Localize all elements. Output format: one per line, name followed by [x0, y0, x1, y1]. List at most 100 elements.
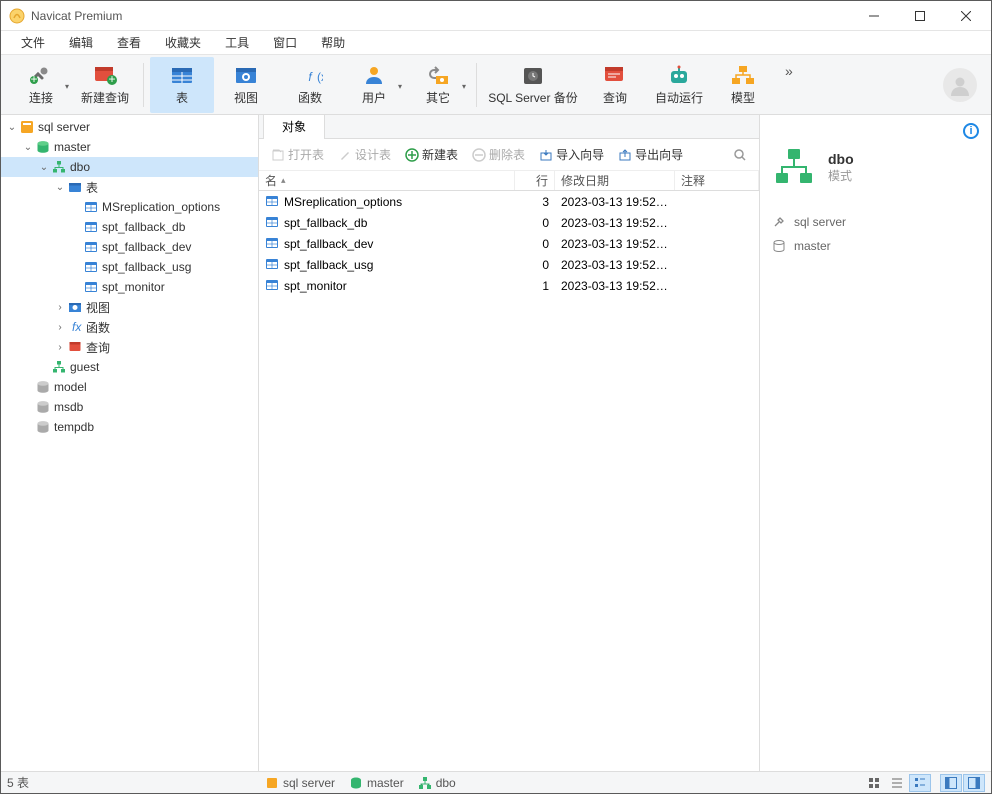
row-date: 2023-03-13 19:52:...	[555, 237, 675, 251]
op-import-wizard[interactable]: 导入向导	[533, 143, 610, 166]
toolbar-overflow[interactable]: »	[781, 61, 797, 81]
other-icon	[425, 63, 451, 87]
tree-arrow-icon[interactable]: ⌄	[21, 142, 35, 153]
tree-item[interactable]: ·tempdb	[1, 417, 258, 437]
tree-item[interactable]: ·guest	[1, 357, 258, 377]
meta-database: master	[772, 239, 979, 253]
toolbar-view[interactable]: 视图	[214, 57, 278, 113]
menu-edit[interactable]: 编辑	[57, 31, 105, 54]
tree-item[interactable]: ⌄sql server	[1, 117, 258, 137]
tree-arrow-icon[interactable]: ⌄	[53, 182, 67, 193]
tree-arrow-icon[interactable]: ⌄	[37, 162, 51, 173]
chevron-down-icon: ▾	[398, 82, 402, 91]
search-icon[interactable]	[727, 145, 753, 165]
toolbar-function[interactable]: f(x)函数	[278, 57, 342, 113]
maximize-button[interactable]	[897, 1, 943, 30]
view-detail-icon[interactable]	[909, 774, 931, 792]
tree-item[interactable]: ·spt_fallback_dev	[1, 237, 258, 257]
panel-right-icon[interactable]	[963, 774, 985, 792]
tree-item-label: MSreplication_options	[102, 200, 220, 214]
table-row[interactable]: spt_fallback_dev02023-03-13 19:52:...	[259, 233, 759, 254]
view-list-icon[interactable]	[886, 774, 908, 792]
chevron-down-icon: ▾	[65, 82, 69, 91]
table-row[interactable]: spt_fallback_usg02023-03-13 19:52:...	[259, 254, 759, 275]
plug-icon	[772, 215, 786, 229]
tree-item[interactable]: ·spt_monitor	[1, 277, 258, 297]
menu-help[interactable]: 帮助	[309, 31, 357, 54]
new-query-icon: +	[92, 63, 118, 87]
schema-icon	[51, 159, 67, 175]
close-button[interactable]	[943, 1, 989, 30]
connection-tree[interactable]: ⌄sql server⌄master⌄dbo⌄表·MSreplication_o…	[1, 115, 259, 771]
tree-arrow-icon[interactable]: ›	[53, 302, 67, 313]
row-name: spt_monitor	[284, 279, 347, 293]
title-bar: Navicat Premium	[1, 1, 991, 31]
toolbar-automation[interactable]: 自动运行	[647, 57, 711, 113]
table-list[interactable]: MSreplication_options32023-03-13 19:52:.…	[259, 191, 759, 771]
schema-type: 模式	[828, 167, 854, 184]
tree-item[interactable]: ·model	[1, 377, 258, 397]
col-name[interactable]: 名	[259, 171, 515, 190]
toolbar-query[interactable]: 查询	[583, 57, 647, 113]
tree-item[interactable]: ›视图	[1, 297, 258, 317]
view-grid-icon[interactable]	[863, 774, 885, 792]
row-date: 2023-03-13 19:52:...	[555, 258, 675, 272]
col-date[interactable]: 修改日期	[555, 171, 675, 190]
tree-item[interactable]: ·msdb	[1, 397, 258, 417]
op-export-wizard[interactable]: 导出向导	[612, 143, 689, 166]
op-design-table[interactable]: 设计表	[332, 143, 397, 166]
tab-objects[interactable]: 对象	[263, 115, 325, 139]
toolbar-connect[interactable]: +连接▾	[9, 57, 73, 113]
tree-item[interactable]: ⌄master	[1, 137, 258, 157]
db-off-icon	[35, 419, 51, 435]
op-delete-table[interactable]: 删除表	[466, 143, 531, 166]
tree-item[interactable]: ·spt_fallback_db	[1, 217, 258, 237]
info-icon[interactable]: i	[963, 123, 979, 139]
crumb-schema[interactable]: dbo	[418, 776, 456, 790]
table-row[interactable]: spt_monitor12023-03-13 19:52:...	[259, 275, 759, 296]
toolbar-model[interactable]: 模型	[711, 57, 775, 113]
user-avatar[interactable]	[943, 68, 977, 102]
minimize-button[interactable]	[851, 1, 897, 30]
tree-item[interactable]: ›fx函数	[1, 317, 258, 337]
db-icon	[35, 139, 51, 155]
panel-left-icon[interactable]	[940, 774, 962, 792]
database-icon	[772, 239, 786, 253]
toolbar-user[interactable]: 用户▾	[342, 57, 406, 113]
crumb-database[interactable]: master	[349, 776, 404, 790]
col-rows[interactable]: 行	[515, 171, 555, 190]
tree-arrow-icon[interactable]: ⌄	[5, 122, 19, 133]
tree-item[interactable]: ·MSreplication_options	[1, 197, 258, 217]
toolbar-new-query[interactable]: +新建查询	[73, 57, 137, 113]
svg-text:(x): (x)	[317, 70, 323, 84]
tree-item[interactable]: ⌄表	[1, 177, 258, 197]
schema-icon	[772, 147, 816, 187]
toolbar-backup[interactable]: SQL Server 备份	[483, 57, 583, 113]
row-date: 2023-03-13 19:52:...	[555, 279, 675, 293]
menu-file[interactable]: 文件	[9, 31, 57, 54]
tree-arrow-icon[interactable]: ›	[53, 342, 67, 353]
crumb-server[interactable]: sql server	[265, 776, 335, 790]
menu-favorites[interactable]: 收藏夹	[153, 31, 213, 54]
op-open-table[interactable]: 打开表	[265, 143, 330, 166]
view-icon	[233, 63, 259, 87]
col-note[interactable]: 注释	[675, 171, 759, 190]
tree-item[interactable]: ›查询	[1, 337, 258, 357]
table-row[interactable]: MSreplication_options32023-03-13 19:52:.…	[259, 191, 759, 212]
op-new-table[interactable]: 新建表	[399, 143, 464, 166]
row-date: 2023-03-13 19:52:...	[555, 195, 675, 209]
tree-item[interactable]: ·spt_fallback_usg	[1, 257, 258, 277]
row-name: spt_fallback_dev	[284, 237, 373, 251]
menu-tools[interactable]: 工具	[213, 31, 261, 54]
tree-item[interactable]: ⌄ dbo	[1, 157, 258, 177]
menu-window[interactable]: 窗口	[261, 31, 309, 54]
toolbar-table[interactable]: 表	[150, 57, 214, 113]
menu-view[interactable]: 查看	[105, 31, 153, 54]
row-name: MSreplication_options	[284, 195, 402, 209]
tree-arrow-icon[interactable]: ›	[53, 322, 67, 333]
svg-text:+: +	[30, 72, 37, 86]
tree-item-label: dbo	[70, 160, 90, 174]
table-row[interactable]: spt_fallback_db02023-03-13 19:52:...	[259, 212, 759, 233]
folder-table-icon	[67, 179, 83, 195]
toolbar-other[interactable]: 其它▾	[406, 57, 470, 113]
